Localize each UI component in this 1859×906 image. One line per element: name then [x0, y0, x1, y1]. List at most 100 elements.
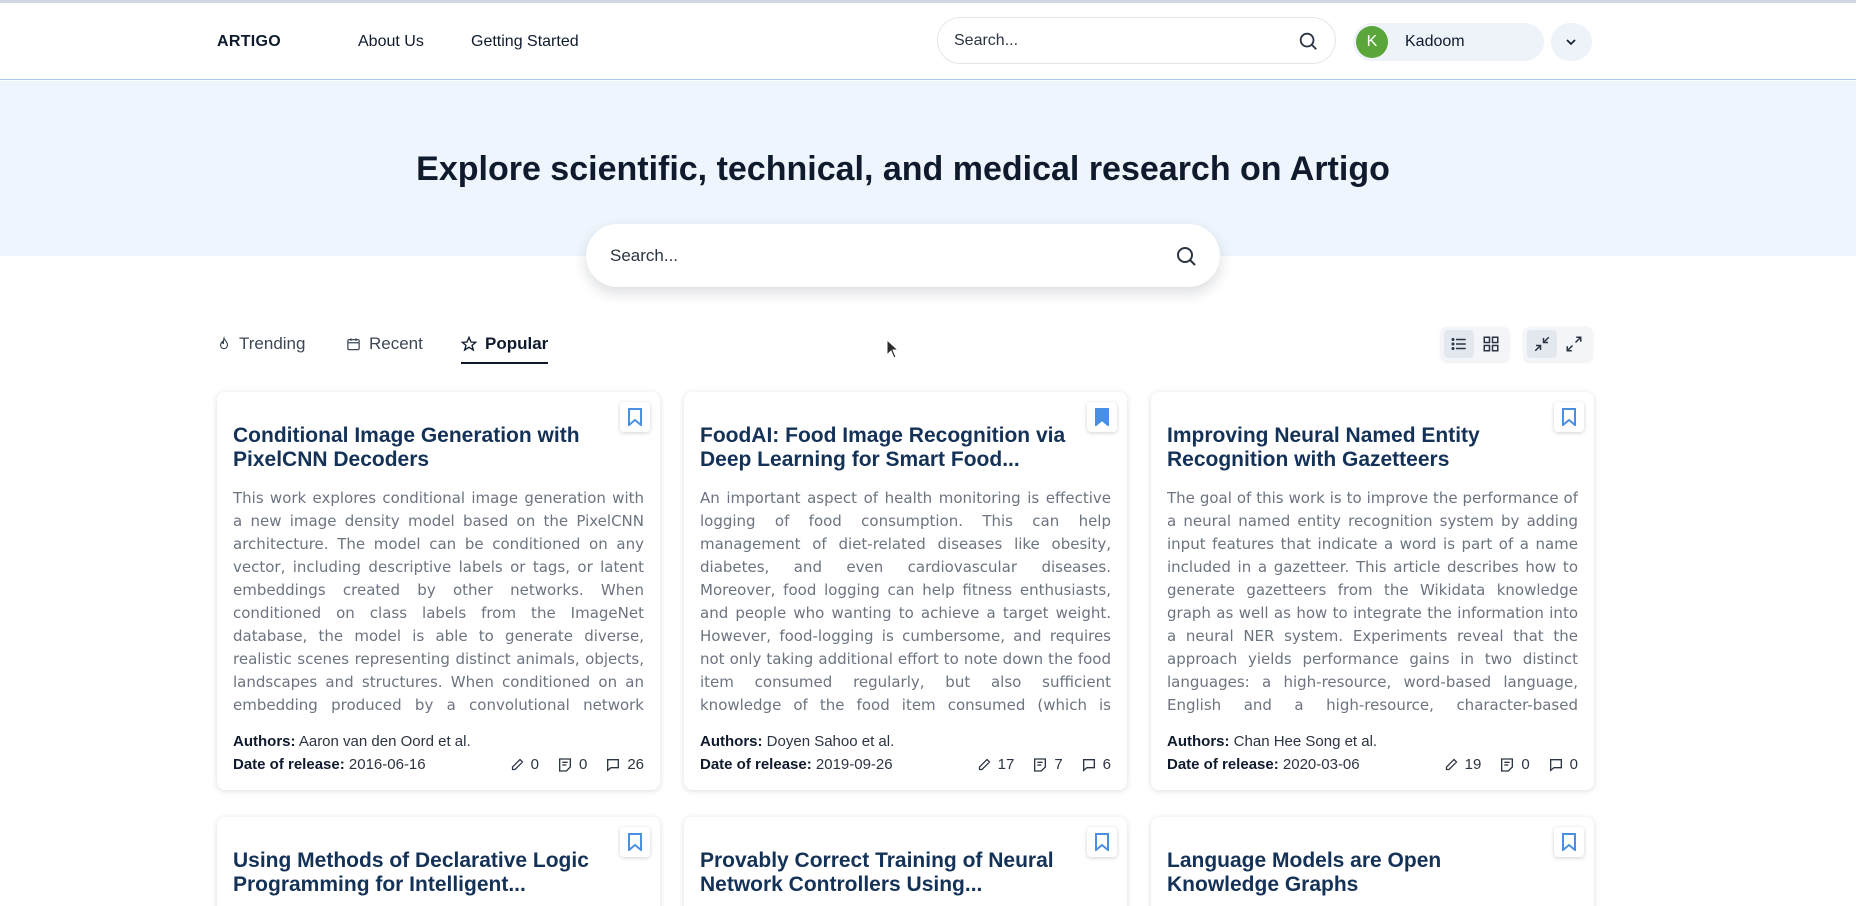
paper-authors: Authors: Aaron van den Oord et al. — [233, 733, 471, 750]
edits-count: 0 — [530, 756, 539, 773]
edits-stat[interactable]: 19 — [1444, 756, 1482, 773]
comments-count: 6 — [1102, 756, 1111, 773]
edits-count: 17 — [997, 756, 1015, 773]
chevron-down-icon — [1566, 39, 1576, 46]
notes-stat[interactable]: 0 — [1499, 756, 1530, 773]
comment-icon — [1549, 758, 1562, 772]
tab-trending[interactable]: Trending — [217, 334, 305, 364]
paper-stats: 17 7 6 — [977, 756, 1111, 773]
header-search-input[interactable] — [954, 30, 1274, 52]
top-header: ARTIGO About Us Getting Started K Kadoom — [0, 0, 1856, 80]
expand-button[interactable] — [1559, 330, 1589, 358]
authors-value: Chan Hee Song et al. — [1233, 733, 1378, 750]
paper-title[interactable]: Using Methods of Declarative Logic Progr… — [233, 849, 613, 897]
paper-card[interactable]: FoodAI: Food Image Recognition via Deep … — [684, 392, 1127, 790]
date-label: Date of release: — [1167, 756, 1279, 773]
logo[interactable]: ARTIGO — [217, 33, 281, 51]
pencil-icon — [1445, 758, 1458, 771]
mouse-cursor-icon — [886, 339, 900, 359]
paper-date: Date of release: 2020-03-06 — [1167, 756, 1360, 773]
edits-stat[interactable]: 17 — [977, 756, 1015, 773]
date-label: Date of release: — [233, 756, 345, 773]
pencil-icon — [978, 758, 991, 771]
bookmark-icon — [628, 408, 642, 426]
notes-count: 0 — [578, 756, 588, 773]
density-toggle — [1524, 327, 1592, 361]
avatar: K — [1356, 26, 1388, 58]
bookmark-icon — [1562, 833, 1576, 851]
bookmark-icon — [1095, 833, 1109, 851]
tab-recent[interactable]: Recent — [346, 334, 423, 364]
paper-title[interactable]: Language Models are Open Knowledge Graph… — [1167, 849, 1547, 897]
expand-icon — [1566, 336, 1582, 352]
paper-card[interactable]: Using Methods of Declarative Logic Progr… — [217, 817, 660, 906]
note-icon — [558, 757, 571, 772]
calendar-icon — [347, 338, 360, 351]
edits-stat[interactable]: 0 — [510, 756, 539, 773]
notes-stat[interactable]: 0 — [557, 756, 587, 773]
comments-count: 0 — [1569, 756, 1578, 773]
tab-recent-label: Recent — [369, 334, 423, 353]
bookmark-button[interactable] — [1554, 402, 1584, 432]
bookmark-button[interactable] — [1087, 402, 1117, 432]
pencil-icon — [511, 758, 524, 771]
notes-count: 7 — [1054, 756, 1063, 773]
paper-card[interactable]: Provably Correct Training of Neural Netw… — [684, 817, 1127, 906]
grid-view-icon — [1483, 336, 1499, 352]
comment-icon — [607, 758, 620, 772]
edits-count: 19 — [1464, 756, 1482, 773]
paper-title[interactable]: FoodAI: Food Image Recognition via Deep … — [700, 424, 1080, 472]
grid-view-button[interactable] — [1476, 330, 1506, 358]
notes-stat[interactable]: 7 — [1032, 756, 1063, 773]
date-value: 2019-09-26 — [815, 756, 893, 773]
list-view-button[interactable] — [1444, 330, 1474, 358]
bookmark-icon — [628, 833, 642, 851]
bookmark-button[interactable] — [1087, 827, 1117, 857]
user-menu[interactable]: K Kadoom — [1353, 23, 1544, 61]
authors-value: Doyen Sahoo et al. — [766, 733, 895, 750]
paper-stats: 19 0 0 — [1444, 756, 1578, 773]
user-dropdown-button[interactable] — [1551, 23, 1592, 61]
nav-getting-started[interactable]: Getting Started — [471, 33, 579, 51]
paper-card[interactable]: Language Models are Open Knowledge Graph… — [1151, 817, 1594, 906]
star-icon — [461, 336, 477, 352]
comments-stat[interactable]: 26 — [605, 756, 644, 773]
paper-authors: Authors: Chan Hee Song et al. — [1167, 733, 1377, 750]
tab-popular[interactable]: Popular — [461, 334, 549, 364]
collapse-button[interactable] — [1527, 330, 1557, 358]
authors-value: Aaron van den Oord et al. — [298, 733, 471, 750]
bookmark-button[interactable] — [1554, 827, 1584, 857]
note-icon — [1501, 757, 1514, 772]
authors-label: Authors: — [700, 733, 763, 750]
paper-stats: 0 0 26 — [510, 756, 644, 773]
search-icon[interactable] — [1297, 30, 1319, 52]
paper-authors: Authors: Doyen Sahoo et al. — [700, 733, 894, 750]
bookmark-button[interactable] — [620, 827, 650, 857]
date-label: Date of release: — [700, 756, 812, 773]
page: ARTIGO About Us Getting Started K Kadoom… — [0, 0, 1859, 906]
comments-stat[interactable]: 6 — [1081, 756, 1111, 773]
authors-label: Authors: — [233, 733, 296, 750]
paper-abstract: An important aspect of health monitoring… — [700, 487, 1111, 717]
paper-title[interactable]: Improving Neural Named Entity Recognitio… — [1167, 424, 1547, 472]
header-search — [937, 17, 1336, 64]
paper-title[interactable]: Conditional Image Generation with PixelC… — [233, 424, 613, 472]
paper-card[interactable]: Conditional Image Generation with PixelC… — [217, 392, 660, 790]
date-value: 2016-06-16 — [348, 756, 426, 773]
layout-toggle — [1441, 327, 1509, 361]
comment-icon — [1082, 758, 1095, 772]
paper-card[interactable]: Improving Neural Named Entity Recognitio… — [1151, 392, 1594, 790]
paper-date: Date of release: 2016-06-16 — [233, 756, 426, 773]
main-search — [586, 224, 1220, 287]
nav-about-us[interactable]: About Us — [358, 33, 424, 51]
paper-abstract: This work explores conditional image gen… — [233, 487, 644, 717]
comments-stat[interactable]: 0 — [1548, 756, 1578, 773]
authors-label: Authors: — [1167, 733, 1230, 750]
tab-popular-label: Popular — [485, 334, 549, 353]
main-search-input[interactable] — [610, 244, 1150, 268]
search-icon[interactable] — [1174, 244, 1198, 268]
paper-title[interactable]: Provably Correct Training of Neural Netw… — [700, 849, 1080, 897]
bookmark-filled-icon — [1095, 408, 1109, 426]
bookmark-button[interactable] — [620, 402, 650, 432]
paper-abstract: The goal of this work is to improve the … — [1167, 487, 1578, 717]
